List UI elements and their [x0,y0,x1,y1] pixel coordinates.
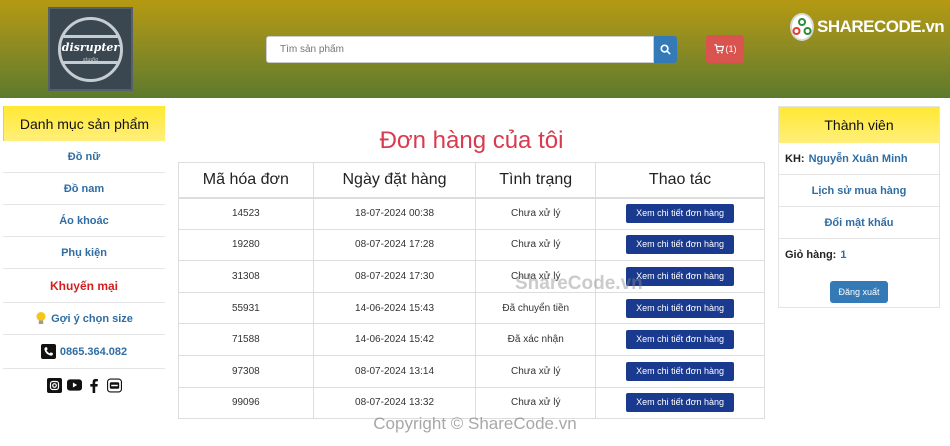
page-title: Đơn hàng của tôi [379,127,564,154]
sharecode-brand: SHARECODE.vn [790,12,945,42]
table-row: 55931 14-06-2024 15:43 Đã chuyển tiền Xe… [178,291,765,325]
sharecode-logo-icon [790,13,814,41]
search-icon [660,44,671,55]
instagram-icon[interactable] [46,377,62,393]
watermark-text: ShareCode.vn [515,273,643,294]
cart-count: (1) [725,44,737,54]
cart-icon [713,44,724,54]
order-id-cell: 55931 [178,291,314,325]
cart-summary: Giỏ hàng: 1 [779,239,939,271]
logo-text: disrupter [61,41,120,54]
size-suggestion-link[interactable]: Gợi ý chọn size [3,303,165,335]
order-id-cell: 14523 [178,197,314,230]
category-sidebar: Danh mục sản phẩm Đồ nữ Đồ nam Áo khoác … [3,106,165,401]
logo-stripe [62,35,119,38]
column-header-order-id: Mã hóa đơn [178,162,314,199]
hotline-number: 0865.364.082 [59,345,128,358]
order-date-cell: 14-06-2024 15:42 [312,323,477,356]
order-date-cell: 08-07-2024 13:14 [312,354,477,388]
copyright-watermark: Copyright © ShareCode.vn [373,414,577,433]
site-header: disrupter studio (1) SHARECODE.vn [0,0,950,98]
order-id-cell: 31308 [178,260,314,293]
category-item-men[interactable]: Đồ nam [3,173,165,205]
order-id-cell: 19280 [178,228,314,262]
order-action-cell: Xem chi tiết đơn hàng [595,323,765,356]
cart-summary-count: 1 [840,249,847,261]
phone-icon [40,344,56,359]
category-item-accessories[interactable]: Phụ kiện [3,237,165,269]
customer-name: Nguyễn Xuân Minh [808,152,908,165]
member-sidebar-title: Thành viên [779,107,939,143]
customer-info: KH: Nguyễn Xuân Minh [779,143,939,175]
logo-subtext: studio [82,57,99,63]
category-sidebar-title: Danh mục sản phẩm [3,106,165,141]
change-password-link[interactable]: Đổi mật khẩu [779,207,939,239]
order-date-cell: 08-07-2024 17:28 [312,228,477,262]
orders-table: Mã hóa đơn Ngày đặt hàng Tình trạng Thao… [178,162,765,420]
social-links [3,369,165,401]
view-order-details-button[interactable]: Xem chi tiết đơn hàng [626,361,735,381]
table-row: 14523 18-07-2024 00:38 Chưa xử lý Xem ch… [178,197,765,230]
column-header-action: Thao tác [595,162,765,199]
view-order-details-button[interactable]: Xem chi tiết đơn hàng [626,330,735,350]
view-order-details-button[interactable]: Xem chi tiết đơn hàng [626,393,735,413]
column-header-status: Tình trạng [475,162,597,199]
youtube-icon[interactable] [66,378,82,393]
hotline[interactable]: 0865.364.082 [3,335,165,369]
category-item-jackets[interactable]: Áo khoác [3,205,165,237]
customer-label: KH: [785,152,805,165]
view-order-details-button[interactable]: Xem chi tiết đơn hàng [626,235,735,255]
store-logo[interactable]: disrupter studio [48,7,133,91]
lightbulb-icon [36,312,46,324]
order-status-cell: Đã chuyển tiền [475,291,597,325]
table-header-row: Mã hóa đơn Ngày đặt hàng Tình trạng Thao… [178,162,765,199]
view-order-details-button[interactable]: Xem chi tiết đơn hàng [626,298,735,318]
member-sidebar: Thành viên KH: Nguyễn Xuân Minh Lịch sử … [778,106,940,308]
cart-button[interactable]: (1) [706,35,744,63]
order-date-cell: 14-06-2024 15:43 [312,291,477,325]
order-date-cell: 18-07-2024 00:38 [312,197,477,230]
cart-summary-label: Giỏ hàng: [785,249,837,261]
order-action-cell: Xem chi tiết đơn hàng [595,354,765,388]
search-input[interactable] [266,36,654,63]
zalo-icon[interactable] [106,377,122,393]
facebook-icon[interactable] [87,378,102,393]
order-status-cell: Chưa xử lý [475,354,597,388]
order-action-cell: Xem chi tiết đơn hàng [595,291,765,325]
search-button[interactable] [654,36,677,63]
column-header-order-date: Ngày đặt hàng [312,162,477,199]
table-row: 19280 08-07-2024 17:28 Chưa xử lý Xem ch… [178,228,765,262]
order-status-cell: Chưa xử lý [475,197,597,230]
table-row: 97308 08-07-2024 13:14 Chưa xử lý Xem ch… [178,354,765,388]
table-row: 31308 08-07-2024 17:30 Chưa xử lý Xem ch… [178,260,765,293]
order-action-cell: Xem chi tiết đơn hàng [595,228,765,262]
table-row: 71588 14-06-2024 15:42 Đã xác nhận Xem c… [178,323,765,356]
category-item-women[interactable]: Đồ nữ [3,141,165,173]
order-id-cell: 97308 [178,354,314,388]
view-order-details-button[interactable]: Xem chi tiết đơn hàng [626,204,735,224]
logout-button[interactable]: Đăng xuất [830,281,888,303]
brand-text-share: SHARE [817,17,875,36]
order-date-cell: 08-07-2024 17:30 [312,260,477,293]
order-id-cell: 71588 [178,323,314,356]
size-suggestion-label: Gợi ý chọn size [51,312,133,325]
order-status-cell: Chưa xử lý [475,228,597,262]
promotion-link[interactable]: Khuyến mại [3,269,165,303]
brand-text-code: CODE.vn [874,17,945,36]
order-action-cell: Xem chi tiết đơn hàng [595,197,765,230]
purchase-history-link[interactable]: Lịch sử mua hàng [779,175,939,207]
order-status-cell: Đã xác nhận [475,323,597,356]
